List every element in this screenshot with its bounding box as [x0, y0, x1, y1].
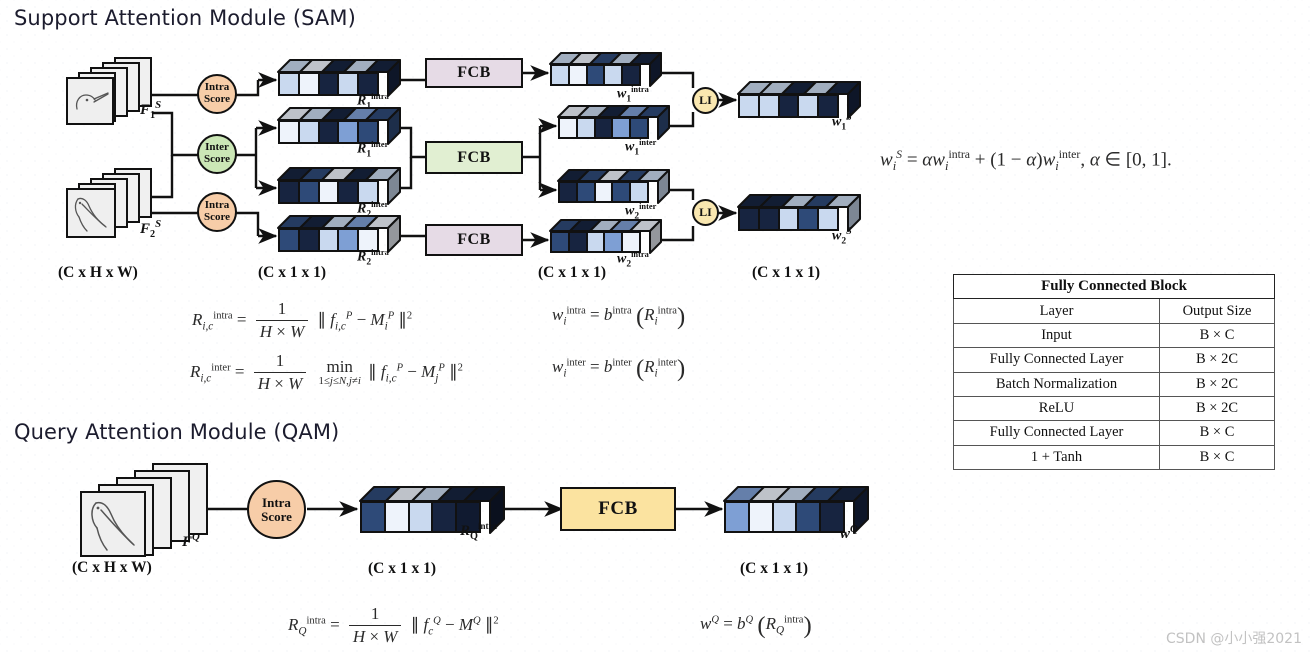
- diagram-canvas: Support Attention Module (SAM) F1S F2S (…: [0, 0, 1312, 656]
- bar-rq-intra-label: RQintra: [460, 521, 497, 542]
- bar-cell: [383, 501, 410, 533]
- equation-wq: wQ = bQ (RQintra): [700, 612, 812, 639]
- node-line-1: Intra: [262, 494, 291, 510]
- bar-wq-label: wQ: [840, 523, 858, 542]
- bar-cell: [431, 501, 458, 533]
- qam-fcb-block[interactable]: FCB: [560, 487, 676, 531]
- bar-cell: [360, 501, 386, 533]
- qam-r-dim-label: (C x 1 x 1): [368, 560, 437, 577]
- equation-rq-intra: RQintra = 1H × W ∥ fcQ − MQ ∥2: [288, 604, 499, 646]
- bird-sketch-icon: [91, 501, 135, 551]
- csdn-watermark: CSDN @小小强2021: [1166, 631, 1302, 647]
- qam-w-dim-label: (C x 1 x 1): [740, 560, 809, 577]
- bar-cell: [724, 501, 750, 533]
- bar-cell: [407, 501, 434, 533]
- bar-cells: [724, 501, 846, 533]
- node-line-2: Score: [261, 508, 292, 524]
- qam-input-dim-label: (C x H x W): [72, 559, 152, 576]
- query-feature-label: FQ: [182, 531, 200, 550]
- bar-cell: [795, 501, 822, 533]
- qam-intra-score-node[interactable]: Intra Score: [247, 480, 306, 539]
- bar-cell: [771, 501, 798, 533]
- qam-connector-lines: [208, 501, 724, 517]
- bar-cell: [747, 501, 774, 533]
